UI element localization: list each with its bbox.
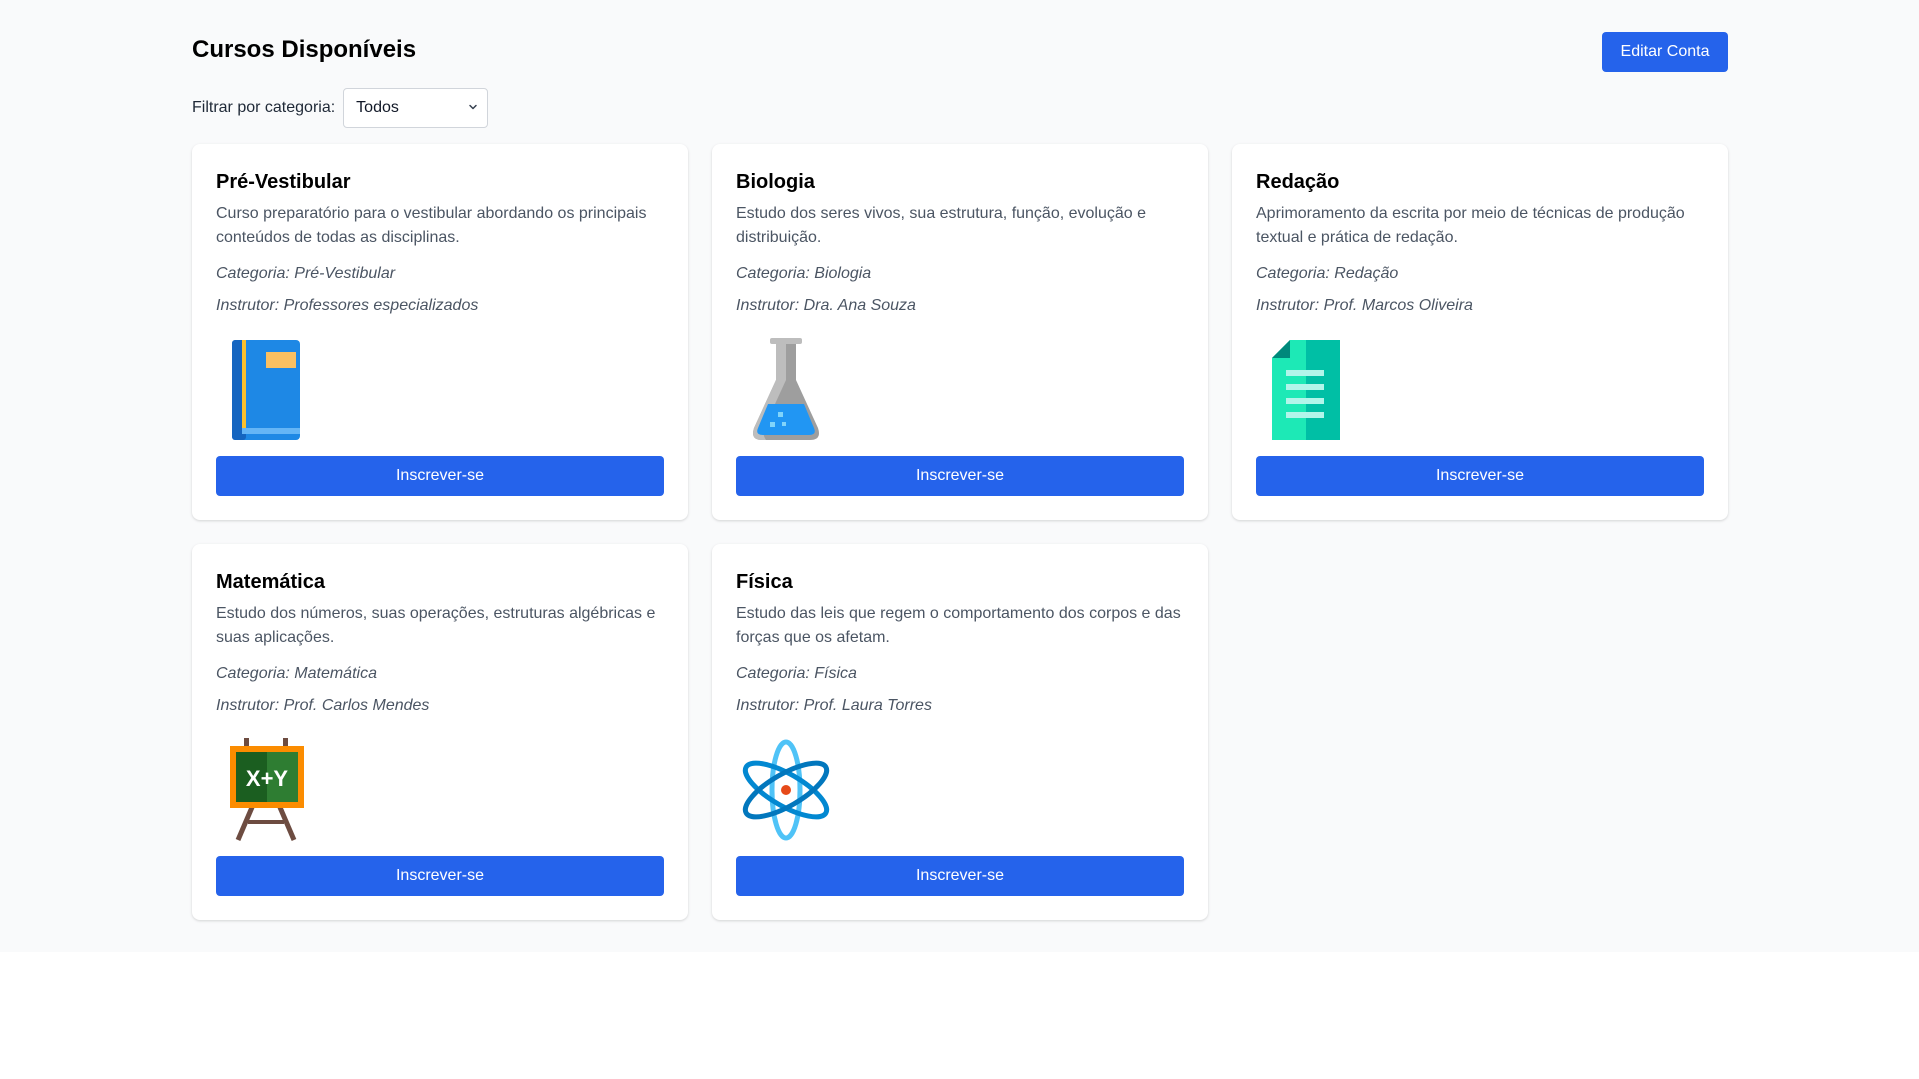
course-title: Redação [1256, 171, 1340, 193]
course-instructor: Instrutor: Prof. Marcos Oliveira [1256, 297, 1473, 314]
course-card: Redação Aprimoramento da escrita por mei… [1232, 144, 1728, 520]
document-icon [1272, 340, 1340, 440]
course-description: Aprimoramento da escrita por meio de téc… [1256, 205, 1685, 246]
book-icon [232, 340, 300, 440]
course-category: Categoria: Redação [1256, 265, 1399, 282]
filter-label: Filtrar por categoria: [192, 99, 336, 116]
enroll-button[interactable]: Inscrever-se [736, 456, 1184, 496]
course-description: Curso preparatório para o vestibular abo… [216, 205, 647, 246]
atom-icon [742, 739, 830, 841]
enroll-button[interactable]: Inscrever-se [216, 456, 664, 496]
category-filter: Filtrar por categoria: Todos [192, 88, 489, 128]
course-instructor: Instrutor: Prof. Laura Torres [736, 697, 932, 714]
enroll-button[interactable]: Inscrever-se [216, 856, 664, 896]
course-description: Estudo dos números, suas operações, estr… [216, 605, 656, 646]
edit-account-button[interactable]: Editar Conta [1602, 32, 1728, 72]
enroll-button[interactable]: Inscrever-se [736, 856, 1184, 896]
course-instructor: Instrutor: Professores especializados [216, 297, 479, 314]
course-description: Estudo dos seres vivos, sua estrutura, f… [736, 205, 1147, 246]
course-category: Categoria: Biologia [736, 265, 872, 282]
course-instructor: Instrutor: Prof. Carlos Mendes [216, 697, 430, 714]
page-background: Cursos Disponíveis Editar Conta Filtrar … [0, 0, 1919, 952]
chalkboard-icon: X+Y [230, 738, 304, 841]
flask-icon [753, 338, 819, 440]
course-title: Matemática [216, 571, 325, 593]
course-title: Biologia [736, 171, 815, 193]
page-title: Cursos Disponíveis [192, 36, 417, 63]
course-card: Matemática Estudo dos números, suas oper… [192, 544, 688, 920]
chevron-down-icon [469, 104, 477, 110]
course-card: Biologia Estudo dos seres vivos, sua est… [712, 144, 1208, 520]
course-card: Pré-Vestibular Curso preparatório para o… [192, 144, 688, 520]
course-instructor: Instrutor: Dra. Ana Souza [736, 297, 916, 314]
course-category: Categoria: Matemática [216, 665, 377, 682]
category-select[interactable]: Todos [343, 88, 489, 128]
course-category: Categoria: Física [736, 665, 857, 682]
course-grid: Pré-Vestibular Curso preparatório para o… [192, 144, 1728, 920]
course-description: Estudo das leis que regem o comportament… [736, 605, 1181, 646]
course-title: Pré-Vestibular [216, 171, 351, 193]
course-category: Categoria: Pré-Vestibular [216, 265, 396, 282]
course-title: Física [736, 571, 793, 593]
category-select-value: Todos [356, 99, 399, 116]
chalkboard-text: X+Y [246, 766, 289, 791]
course-card: Física Estudo das leis que regem o compo… [712, 544, 1208, 920]
enroll-button[interactable]: Inscrever-se [1256, 456, 1704, 496]
